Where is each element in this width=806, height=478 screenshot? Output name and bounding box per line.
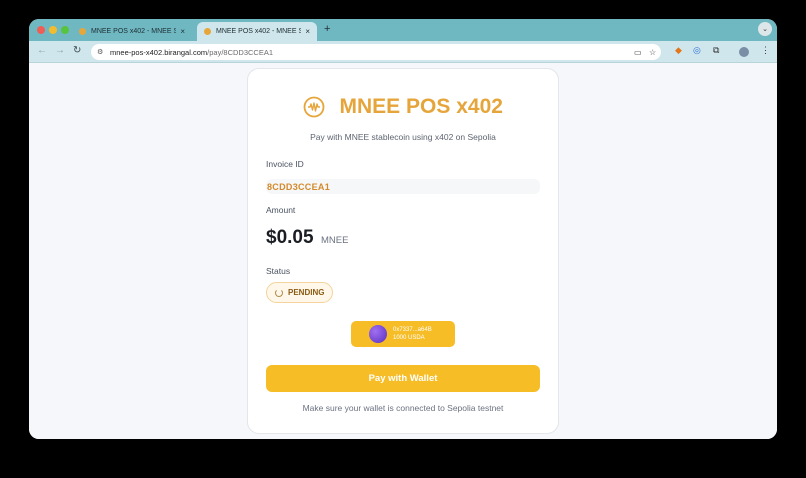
back-button[interactable]: ← bbox=[37, 45, 47, 56]
status-label: Status bbox=[266, 266, 291, 276]
tab-strip: MNEE POS x402 - MNEE Sta × MNEE POS x402… bbox=[29, 19, 777, 41]
tab-inactive[interactable]: MNEE POS x402 - MNEE Sta × bbox=[72, 22, 192, 41]
wallet-avatar bbox=[369, 325, 387, 343]
minimize-window-button[interactable] bbox=[49, 26, 57, 34]
bookmark-star-icon[interactable]: ☆ bbox=[649, 48, 656, 57]
browser-menu-icon[interactable]: ⋮ bbox=[761, 45, 770, 56]
browser-window: MNEE POS x402 - MNEE Sta × MNEE POS x402… bbox=[29, 19, 777, 439]
site-settings-icon[interactable]: ⚙ bbox=[97, 48, 103, 56]
tab-search-button[interactable]: ⌄ bbox=[758, 22, 772, 36]
profile-avatar[interactable] bbox=[739, 47, 749, 57]
amount-currency: MNEE bbox=[321, 235, 349, 246]
new-tab-button[interactable]: + bbox=[324, 23, 330, 35]
tab-close-icon[interactable]: × bbox=[180, 27, 185, 36]
url-domain: mnee-pos-x402.birangal.com bbox=[110, 47, 208, 57]
wallet-balance: 1000 USDA bbox=[393, 335, 425, 341]
amount-value: $0.05 bbox=[266, 227, 314, 248]
invoice-label: Invoice ID bbox=[266, 159, 304, 169]
forward-button[interactable]: → bbox=[55, 45, 65, 56]
invoice-id-value: 8CDD3CCEA1 bbox=[266, 179, 540, 194]
wallet-address: 0x7337...a64B bbox=[393, 327, 432, 333]
amount-label: Amount bbox=[266, 205, 296, 215]
browser-toolbar: ← → ↻ ⚙ mnee-pos-x402.birangal.com/pay/8… bbox=[29, 41, 777, 63]
subtitle: Pay with MNEE stablecoin using x402 on S… bbox=[310, 132, 496, 142]
spinner-icon bbox=[275, 288, 283, 297]
maximize-window-button[interactable] bbox=[61, 26, 69, 34]
extension-icon[interactable]: ◎ bbox=[693, 45, 701, 56]
tab-title: MNEE POS x402 - MNEE Sta bbox=[91, 28, 177, 35]
url-path: /pay/8CDD3CCEA1 bbox=[207, 47, 273, 57]
extensions-puzzle-icon[interactable]: ⧉ bbox=[713, 45, 719, 56]
brand-header: MNEE POS x402 bbox=[248, 95, 558, 119]
page-content: MNEE POS x402 Pay with MNEE stablecoin u… bbox=[29, 63, 777, 439]
tab-active[interactable]: MNEE POS x402 - MNEE Sta × bbox=[197, 22, 317, 41]
tab-close-icon[interactable]: × bbox=[305, 27, 310, 36]
install-app-icon[interactable]: ▭ bbox=[634, 48, 642, 57]
status-badge: PENDING bbox=[266, 282, 334, 303]
network-hint: Make sure your wallet is connected to Se… bbox=[302, 403, 504, 413]
address-bar[interactable]: ⚙ mnee-pos-x402.birangal.com/pay/8CDD3CC… bbox=[91, 44, 661, 60]
tab-title: MNEE POS x402 - MNEE Sta bbox=[216, 28, 302, 35]
status-value: PENDING bbox=[288, 288, 325, 297]
pay-with-wallet-button[interactable]: Pay with Wallet bbox=[266, 365, 540, 392]
close-window-button[interactable] bbox=[37, 26, 45, 34]
favicon-icon bbox=[204, 28, 211, 35]
reload-button[interactable]: ↻ bbox=[73, 45, 81, 56]
brand-name: MNEE POS x402 bbox=[339, 95, 503, 118]
metamask-extension-icon[interactable]: ◆ bbox=[675, 45, 682, 56]
payment-card: MNEE POS x402 Pay with MNEE stablecoin u… bbox=[247, 68, 559, 434]
mnee-logo-icon bbox=[303, 96, 325, 118]
favicon-icon bbox=[79, 28, 86, 35]
amount-display: $0.05 MNEE bbox=[266, 227, 348, 249]
wallet-account-button[interactable]: 0x7337...a64B 1000 USDA bbox=[351, 321, 455, 347]
